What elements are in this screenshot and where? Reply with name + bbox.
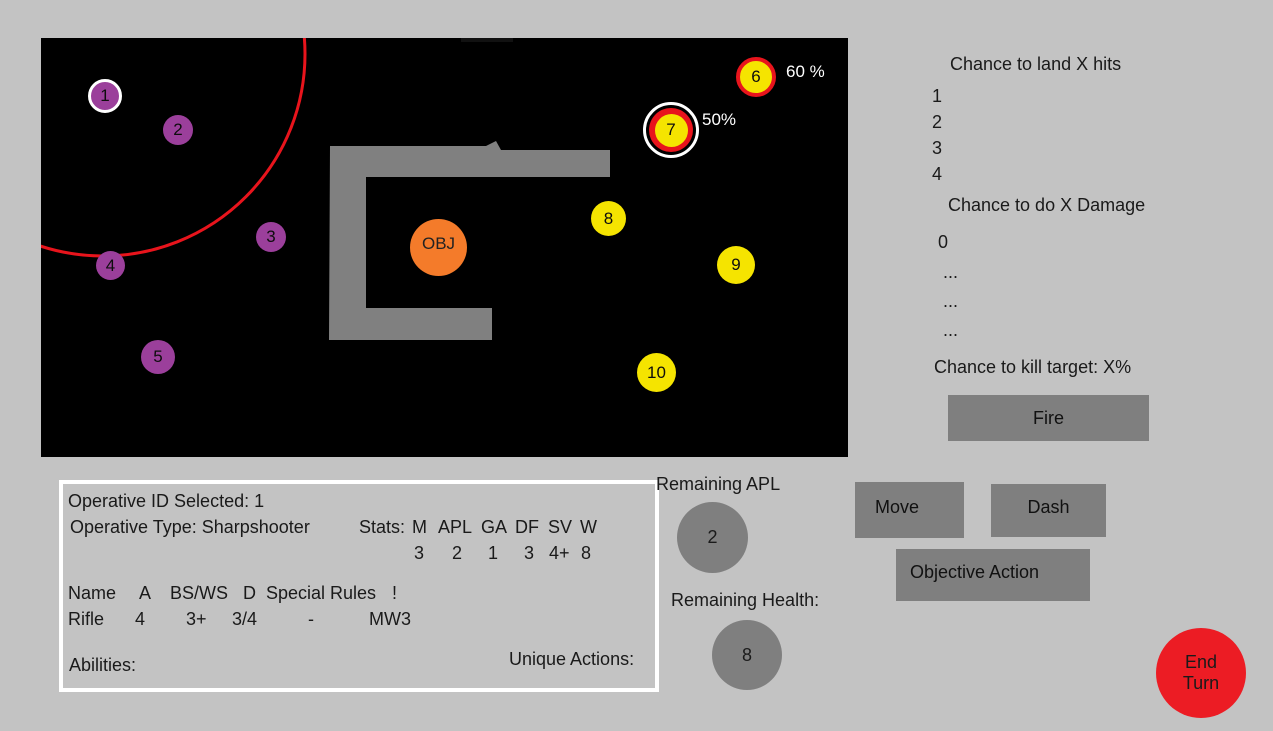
weapon-damage: 3/4	[232, 609, 258, 629]
weapon-special: -	[308, 609, 314, 629]
health-label: Remaining Health:	[671, 590, 820, 610]
operative-type: Operative Type: Sharpshooter	[70, 517, 310, 537]
weapon-name: Rifle	[68, 609, 105, 629]
end-turn-label-line1: End	[1184, 652, 1218, 672]
fire-button-label: Fire	[1033, 407, 1064, 428]
apl-counter: 2	[677, 502, 748, 573]
weapon-bsws: 3+	[186, 609, 207, 629]
operative-number: 4	[105, 255, 116, 275]
friendly-operative-4[interactable]: 4	[96, 251, 125, 280]
stat-value-apl: 2	[452, 543, 463, 563]
terrain-wall	[329, 141, 610, 340]
weapon-attacks: 4	[135, 609, 146, 629]
friendly-operative-5[interactable]: 5	[141, 340, 175, 374]
stat-header-sv: SV	[548, 517, 573, 537]
stat-value-m: 3	[414, 543, 425, 563]
stat-value-w: 8	[581, 543, 592, 563]
friendly-operative-2[interactable]: 2	[163, 115, 193, 145]
friendly-operative-3[interactable]: 3	[256, 222, 286, 252]
move-button[interactable]: Move	[855, 482, 964, 538]
weapon-header-name: Name	[68, 583, 117, 603]
operative-number: 2	[173, 120, 183, 139]
operative-number: 10	[647, 362, 666, 382]
end-turn-button[interactable]: End Turn	[1156, 628, 1246, 718]
operative-number: 3	[266, 227, 276, 246]
move-button-label: Move	[875, 497, 920, 517]
weapon-header-d: D	[243, 583, 256, 603]
hits-row: 3	[932, 138, 943, 158]
health-value: 8	[741, 644, 752, 665]
apl-label: Remaining APL	[656, 474, 781, 494]
objective-label: OBJ	[421, 234, 456, 253]
weapon-header-a: A	[139, 583, 152, 603]
objective-action-label: Objective Action	[910, 562, 1040, 582]
damage-row: 0	[938, 232, 949, 252]
hits-row: 2	[932, 112, 943, 132]
stat-header-ga: GA	[481, 517, 508, 537]
enemy-operative-8[interactable]: 8	[591, 201, 626, 236]
hit-chance-label: 60 %	[786, 62, 825, 81]
hit-chance-label: 50%	[702, 110, 737, 129]
stat-header-apl: APL	[438, 517, 473, 537]
dash-button-label: Dash	[1027, 497, 1070, 517]
weapon-crit: MW3	[369, 609, 411, 629]
enemy-operative-7[interactable]: 7	[643, 102, 699, 158]
stat-header-df: DF	[515, 517, 539, 537]
objective-marker[interactable]: OBJ	[410, 219, 467, 276]
operative-number: 7	[666, 120, 676, 139]
fire-button[interactable]: Fire	[948, 395, 1149, 441]
friendly-operative-1[interactable]: 1	[88, 79, 122, 113]
health-counter: 8	[712, 620, 782, 690]
damage-row: ...	[943, 262, 959, 282]
damage-row: ...	[943, 320, 959, 340]
terrain-block-top	[461, 38, 513, 42]
game-board[interactable]: 1 2 3 4 5 OBJ 6 60 % 7 50% 8 9 10	[41, 38, 848, 457]
dash-button[interactable]: Dash	[991, 484, 1106, 537]
operative-info-panel: Operative ID Selected: 1 Operative Type:…	[59, 480, 659, 692]
operative-number: 9	[731, 255, 741, 274]
enemy-operative-10[interactable]: 10	[637, 353, 676, 392]
hits-title: Chance to land X hits	[950, 54, 1122, 74]
operative-id: Operative ID Selected: 1	[68, 491, 265, 511]
stat-header-w: W	[580, 517, 597, 537]
weapon-header-crit: !	[392, 583, 398, 603]
stats-label: Stats:	[359, 517, 406, 537]
weapon-header-special: Special Rules	[266, 583, 377, 603]
hits-row: 4	[932, 164, 943, 184]
weapon-header-bsws: BS/WS	[170, 583, 229, 603]
damage-title: Chance to do X Damage	[948, 195, 1146, 215]
kill-chance: Chance to kill target: X%	[934, 357, 1132, 377]
stat-value-ga: 1	[488, 543, 499, 563]
hits-row: 1	[932, 86, 943, 106]
stat-header-m: M	[412, 517, 427, 537]
end-turn-label-line2: Turn	[1182, 673, 1220, 693]
apl-value: 2	[707, 527, 718, 547]
stat-value-sv: 4+	[549, 543, 570, 563]
operative-number: 6	[751, 67, 761, 86]
operative-number: 8	[603, 208, 614, 228]
enemy-operative-9[interactable]: 9	[717, 246, 755, 284]
operative-number: 5	[153, 347, 163, 366]
stat-value-df: 3	[524, 543, 535, 563]
abilities-label: Abilities:	[69, 655, 137, 675]
objective-action-button[interactable]: Objective Action	[896, 549, 1090, 601]
damage-row: ...	[943, 291, 959, 311]
unique-actions-label: Unique Actions:	[509, 649, 635, 669]
operative-number: 1	[100, 86, 110, 105]
enemy-operative-6[interactable]: 6	[736, 57, 776, 97]
